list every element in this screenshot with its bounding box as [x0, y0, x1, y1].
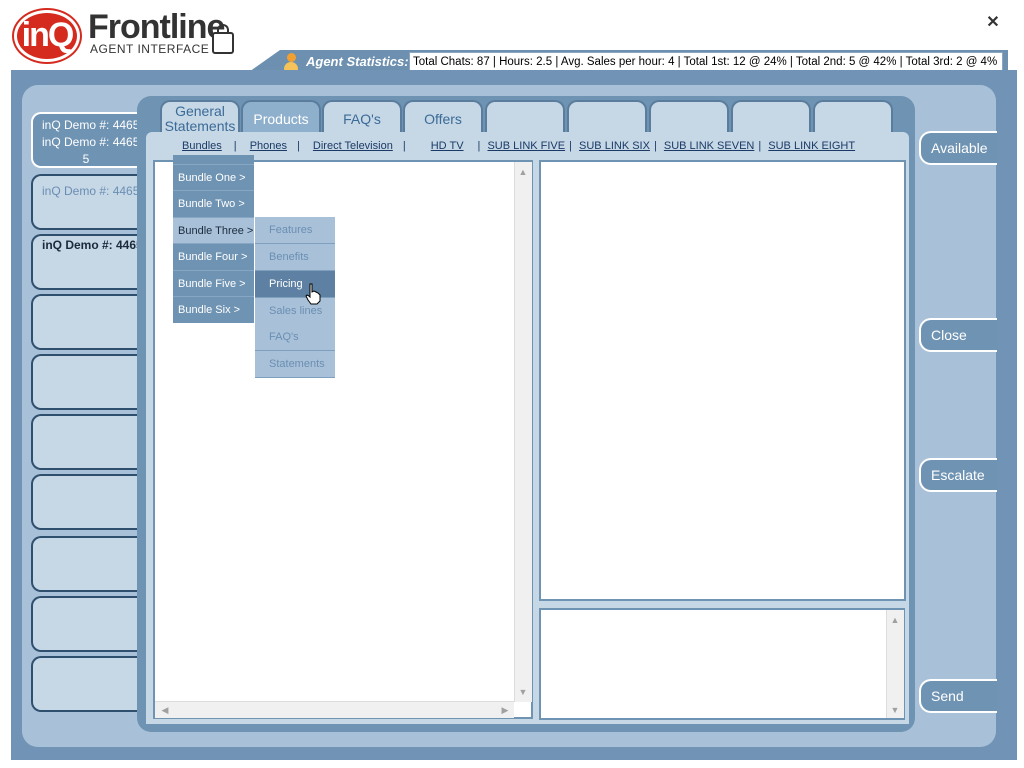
- horizontal-scrollbar[interactable]: ◀ ▶: [155, 701, 514, 718]
- tab-empty[interactable]: [731, 100, 811, 134]
- chat-session-3[interactable]: inQ Demo #: 4465: [31, 234, 139, 290]
- send-button[interactable]: Send: [919, 679, 997, 713]
- sublink-eight[interactable]: SUB LINK EIGHT: [768, 140, 855, 152]
- submenu-pricing[interactable]: Pricing: [255, 271, 335, 298]
- tab-label: General: [175, 103, 225, 119]
- submenu-benefits[interactable]: Benefits: [255, 244, 335, 271]
- sublink-five[interactable]: SUB LINK FIVE: [487, 140, 565, 152]
- submenu-statements[interactable]: Statements: [255, 351, 335, 378]
- chat-session-empty[interactable]: [31, 536, 139, 592]
- submenu-features[interactable]: Features: [255, 217, 335, 244]
- menu-bundle-four[interactable]: Bundle Four >: [173, 243, 254, 269]
- scroll-up-icon[interactable]: ▲: [887, 612, 903, 628]
- tab-label: Offers: [424, 111, 462, 127]
- chat-session-count: 5: [82, 152, 90, 166]
- menu-bundle-three[interactable]: Bundle Three >: [173, 217, 254, 243]
- close-chat-button[interactable]: Close: [919, 318, 997, 352]
- chat-session-title: inQ Demo #: 4465: [42, 184, 139, 198]
- agent-icon: [284, 53, 298, 71]
- menu-bundle-five[interactable]: Bundle Five >: [173, 270, 254, 296]
- chat-session-empty[interactable]: [31, 414, 139, 470]
- tab-label: Products: [253, 111, 309, 127]
- chat-session-1[interactable]: inQ Demo #: 4465 inQ Demo #: 4465 5: [31, 112, 139, 168]
- scroll-right-icon[interactable]: ▶: [497, 702, 513, 718]
- submenu-sales-lines[interactable]: Sales lines: [255, 298, 335, 325]
- message-scrollbar[interactable]: ▲ ▼: [886, 610, 904, 718]
- scroll-up-icon[interactable]: ▲: [515, 164, 531, 180]
- tab-empty[interactable]: [567, 100, 647, 134]
- chat-session-subtitle: inQ Demo #: 4465: [42, 135, 139, 149]
- chat-transcript-pane[interactable]: [539, 160, 906, 601]
- tab-label: FAQ's: [343, 111, 381, 127]
- menu-bundle-two[interactable]: Bundle Two >: [173, 190, 254, 216]
- sublink-bar: Bundles | Phones | Direct Television | HD T…: [160, 140, 900, 156]
- chat-session-2[interactable]: inQ Demo #: 4465: [31, 174, 139, 230]
- chat-session-empty[interactable]: [31, 474, 139, 530]
- frontline-logo: inQ Frontline AGENT INTERFACE: [14, 8, 244, 62]
- sublink-phones[interactable]: Phones: [244, 140, 293, 152]
- tab-faqs[interactable]: FAQ's: [322, 100, 402, 134]
- tab-general-statements[interactable]: General Statements: [160, 100, 240, 134]
- scroll-down-icon[interactable]: ▼: [887, 702, 903, 718]
- sublink-six[interactable]: SUB LINK SIX: [579, 140, 650, 152]
- tab-empty[interactable]: [485, 100, 565, 134]
- sublink-hd-tv[interactable]: HD TV: [413, 140, 474, 152]
- sublink-bundles[interactable]: Bundles: [160, 140, 230, 152]
- chat-session-title: inQ Demo #: 4465: [42, 238, 139, 252]
- close-window-icon[interactable]: ✕: [984, 14, 1002, 32]
- agent-statistics-label: Agent Statistics:: [306, 54, 409, 69]
- lock-icon: [212, 24, 234, 54]
- available-button[interactable]: Available: [919, 131, 997, 165]
- tab-products[interactable]: Products: [241, 100, 321, 134]
- inq-logo-mark: inQ: [14, 10, 80, 62]
- scroll-left-icon[interactable]: ◀: [157, 702, 173, 718]
- agent-statistics-value: Total Chats: 87 | Hours: 2.5 | Avg. Sale…: [409, 52, 1003, 72]
- brand-subtitle: AGENT INTERFACE: [90, 42, 210, 56]
- vertical-scrollbar[interactable]: ▲ ▼: [514, 162, 532, 702]
- sublink-direct-television[interactable]: Direct Television: [307, 140, 399, 152]
- menu-bundle-six[interactable]: Bundle Six >: [173, 296, 254, 322]
- message-input[interactable]: [539, 608, 905, 720]
- chat-session-empty[interactable]: [31, 354, 139, 410]
- menu-bundle-one[interactable]: Bundle One >: [173, 164, 254, 190]
- tab-empty[interactable]: [813, 100, 893, 134]
- chat-session-title: inQ Demo #: 4465: [42, 118, 139, 132]
- tab-empty[interactable]: [649, 100, 729, 134]
- sublink-seven[interactable]: SUB LINK SEVEN: [664, 140, 754, 152]
- hand-cursor-icon: [305, 283, 321, 305]
- chat-session-empty[interactable]: [31, 656, 139, 712]
- tab-offers[interactable]: Offers: [403, 100, 483, 134]
- submenu-faqs[interactable]: FAQ's: [255, 324, 335, 351]
- chat-session-empty[interactable]: [31, 596, 139, 652]
- escalate-button[interactable]: Escalate: [919, 458, 997, 492]
- scroll-down-icon[interactable]: ▼: [515, 684, 531, 700]
- chat-session-empty[interactable]: [31, 294, 139, 350]
